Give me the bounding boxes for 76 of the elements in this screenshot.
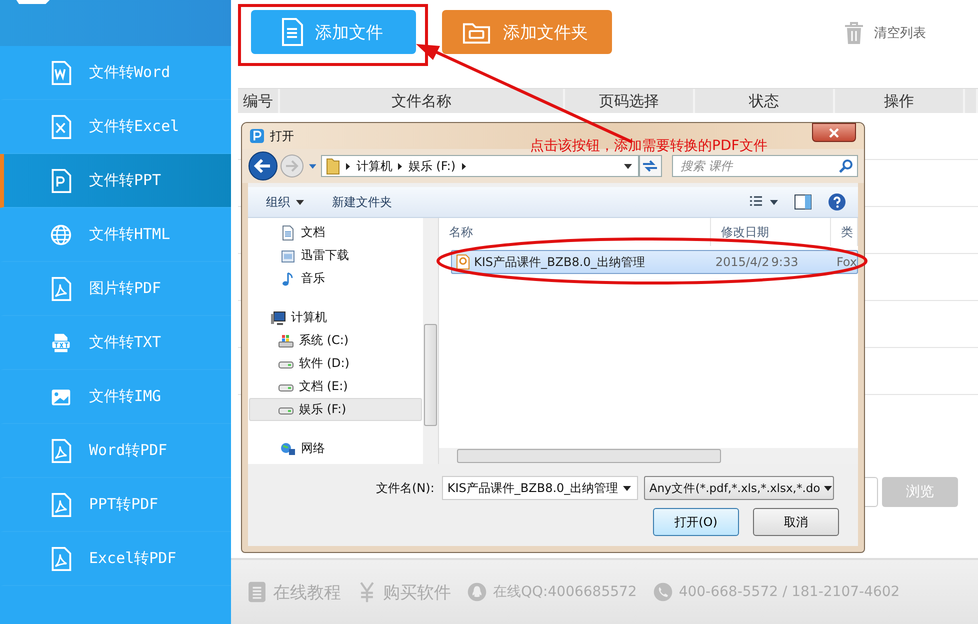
folder-tree-item[interactable]: 娱乐 (F:) bbox=[249, 398, 422, 421]
computer-icon bbox=[270, 310, 286, 326]
network-icon bbox=[280, 440, 296, 456]
file-name: KIS产品课件_BZB8.0_出纳管理 bbox=[474, 254, 645, 270]
app-logo-icon bbox=[250, 129, 264, 143]
column-header: 页码选择 bbox=[565, 89, 695, 113]
pdf-file-icon bbox=[50, 276, 72, 300]
dropdown-caret-icon bbox=[624, 164, 632, 168]
file-row[interactable]: KIS产品课件_BZB8.0_出纳管理 2015/4/2 9:33 Fox bbox=[451, 250, 858, 274]
dialog-title: 打开 bbox=[270, 128, 294, 144]
history-caret-icon bbox=[309, 164, 316, 168]
close-button[interactable] bbox=[812, 123, 856, 142]
refresh-arrows-icon bbox=[642, 159, 658, 173]
file-date: 2015/4/2 bbox=[715, 255, 770, 269]
pdf-file-icon bbox=[456, 254, 470, 270]
column-header[interactable]: 修改日期 bbox=[711, 218, 831, 246]
penguin-icon bbox=[467, 581, 487, 603]
document-icon bbox=[50, 60, 72, 84]
column-header: 操作 bbox=[835, 89, 965, 113]
close-icon bbox=[829, 128, 839, 138]
document-icon bbox=[50, 168, 72, 192]
drive-icon bbox=[278, 332, 294, 348]
chevron-icon bbox=[346, 162, 350, 170]
folder-tree-item[interactable]: 计算机 bbox=[249, 306, 422, 329]
file-type: Fox bbox=[836, 255, 857, 269]
search-field[interactable]: 搜索 课件 bbox=[672, 155, 858, 177]
breadcrumb-item[interactable]: 计算机 bbox=[356, 158, 392, 174]
new-folder-button[interactable]: 新建文件夹 bbox=[320, 194, 404, 210]
phone-icon bbox=[652, 581, 673, 603]
folder-tree-item[interactable]: 文档 (E:) bbox=[249, 375, 422, 398]
file-name-field[interactable]: KIS产品课件_BZB8.0_出纳管理 bbox=[442, 476, 638, 500]
back-button[interactable] bbox=[248, 151, 278, 181]
sidebar-item[interactable]: 文件转PPT bbox=[0, 154, 231, 208]
document-icon bbox=[247, 581, 267, 603]
help-icon bbox=[828, 193, 846, 211]
search-icon bbox=[839, 159, 854, 173]
scrollbar[interactable] bbox=[423, 218, 438, 464]
column-header: 状态 bbox=[695, 89, 835, 113]
cancel-button[interactable]: 取消 bbox=[753, 508, 839, 536]
pdf-file-icon bbox=[50, 438, 72, 462]
file-type-dropdown[interactable]: Any文件(*.pdf,*.xls,*.xlsx,*.do bbox=[644, 476, 834, 500]
file-time: 9:33 bbox=[771, 255, 798, 269]
document-icon bbox=[281, 18, 303, 46]
document-icon bbox=[280, 224, 296, 240]
column-header[interactable]: 名称 bbox=[439, 218, 711, 246]
scrollbar[interactable] bbox=[439, 448, 858, 464]
chevron-icon bbox=[398, 162, 402, 170]
open-button[interactable]: 打开(O) bbox=[653, 508, 739, 536]
pdf-file-icon bbox=[50, 546, 72, 570]
clear-list-button[interactable]: 清空列表 bbox=[844, 22, 926, 44]
list-view-icon bbox=[750, 196, 778, 208]
caret-icon bbox=[296, 200, 304, 204]
pdf-file-icon bbox=[50, 492, 72, 516]
folder-tree-item[interactable]: 网络 bbox=[249, 437, 422, 460]
breadcrumb-item[interactable]: 娱乐 (F:) bbox=[408, 158, 456, 174]
folder-icon bbox=[326, 157, 340, 175]
folder-tree-item[interactable]: 迅雷下载 bbox=[249, 244, 422, 267]
dropdown-caret-icon bbox=[824, 486, 832, 490]
dropdown-caret-icon bbox=[623, 486, 632, 490]
address-bar[interactable]: 计算机 娱乐 (F:) bbox=[321, 155, 640, 177]
refresh-button[interactable] bbox=[639, 155, 662, 177]
column-header: 文件名称 bbox=[280, 89, 565, 113]
column-header: 编号 bbox=[238, 89, 280, 113]
folder-icon bbox=[280, 248, 296, 264]
organize-menu-button[interactable]: 组织 bbox=[254, 194, 316, 210]
preview-pane-icon bbox=[794, 194, 812, 210]
folder-tree-item[interactable]: 音乐 bbox=[249, 267, 422, 290]
file-name-label: 文件名(N): bbox=[376, 480, 434, 496]
column-header[interactable]: 类 bbox=[831, 218, 858, 246]
chevron-icon bbox=[462, 162, 466, 170]
globe-icon bbox=[50, 222, 72, 246]
folder-tree-item[interactable]: 系统 (C:) bbox=[249, 329, 422, 352]
trash-icon bbox=[844, 22, 864, 44]
folder-tree-item[interactable]: 文档 bbox=[249, 221, 422, 244]
document-icon bbox=[50, 114, 72, 138]
folder-tree-item[interactable]: 软件 (D:) bbox=[249, 352, 422, 375]
